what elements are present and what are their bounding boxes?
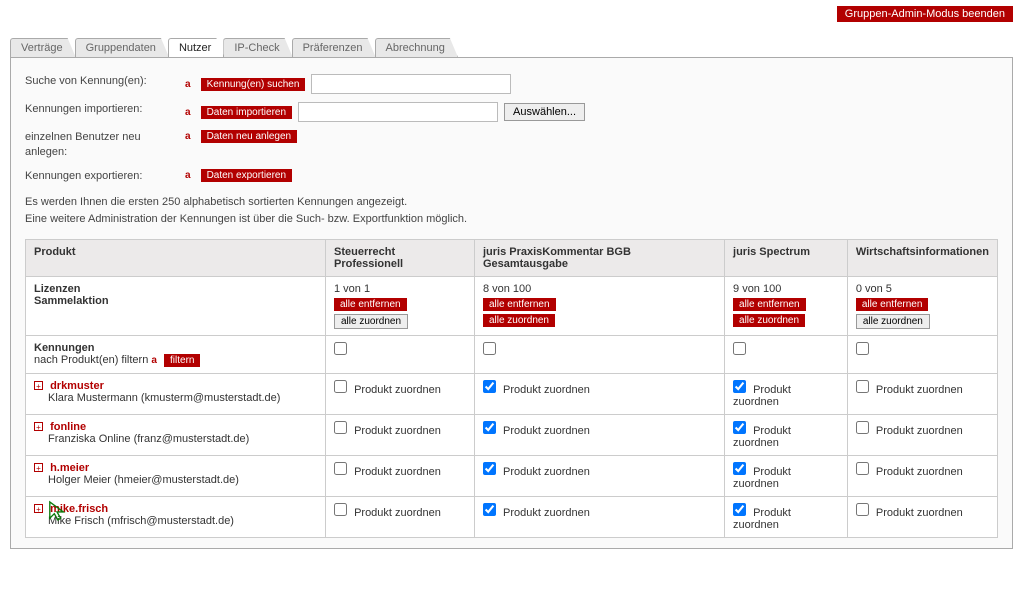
license-count-2: 9 von 100 [733, 283, 781, 295]
assign-chk-3-2[interactable] [733, 503, 746, 516]
remove-all-2[interactable]: alle entfernen [733, 298, 806, 311]
assign-chk-2-3[interactable] [856, 462, 869, 475]
assign-chk-0-0[interactable] [334, 380, 347, 393]
assign-chk-1-3[interactable] [856, 421, 869, 434]
assign-label: Produkt zuordnen [354, 507, 441, 519]
user-login-3[interactable]: mike.frisch [50, 503, 108, 515]
import-label: Kennungen importieren: [25, 102, 185, 117]
remove-all-1[interactable]: alle entfernen [483, 298, 556, 311]
assign-all-0[interactable]: alle zuordnen [334, 314, 408, 329]
filter-label: nach Produkt(en) filtern [34, 354, 148, 366]
search-kennung-button[interactable]: Kennung(en) suchen [201, 78, 306, 91]
info-text: Es werden Ihnen die ersten 250 alphabeti… [25, 194, 998, 227]
licenses-label: Lizenzen [34, 283, 317, 295]
assign-label: Produkt zuordnen [876, 507, 963, 519]
import-file-field[interactable] [298, 102, 498, 122]
user-login-2[interactable]: h.meier [50, 462, 89, 474]
content-panel: Suche von Kennung(en): a Kennung(en) suc… [10, 57, 1013, 549]
tab-abrechnung[interactable]: Abrechnung [375, 38, 458, 57]
tab-praeferenzen[interactable]: Präferenzen [292, 38, 376, 57]
user-login-0[interactable]: drkmuster [50, 380, 104, 392]
assign-all-3[interactable]: alle zuordnen [856, 314, 930, 329]
assign-chk-0-1[interactable] [483, 380, 496, 393]
user-detail-3: Mike Frisch (mfrisch@musterstadt.de) [48, 515, 234, 527]
tab-bar: Verträge Gruppendaten Nutzer IP-Check Pr… [10, 38, 1023, 57]
expand-icon[interactable]: + [34, 504, 43, 513]
assign-chk-3-3[interactable] [856, 503, 869, 516]
assign-label: Produkt zuordnen [354, 425, 441, 437]
export-button[interactable]: Daten exportieren [201, 169, 293, 182]
user-login-1[interactable]: fonline [50, 421, 86, 433]
assign-chk-1-2[interactable] [733, 421, 746, 434]
assign-label: Produkt zuordnen [503, 425, 590, 437]
th-product-2: juris Spectrum [725, 240, 848, 277]
expand-icon[interactable]: + [34, 422, 43, 431]
tab-ipcheck[interactable]: IP-Check [223, 38, 292, 57]
assign-all-2[interactable]: alle zuordnen [733, 314, 805, 327]
marker-icon: a [151, 355, 157, 366]
license-count-0: 1 von 1 [334, 283, 370, 295]
marker-icon: a [185, 131, 191, 142]
info-line1: Es werden Ihnen die ersten 250 alphabeti… [25, 194, 998, 211]
expand-icon[interactable]: + [34, 463, 43, 472]
new-user-button[interactable]: Daten neu anlegen [201, 130, 298, 143]
filter-button[interactable]: filtern [164, 354, 200, 367]
assign-chk-2-2[interactable] [733, 462, 746, 475]
filter-chk-0[interactable] [334, 342, 347, 355]
product-table: Produkt Steuerrecht Professionell juris … [25, 239, 998, 538]
exit-admin-button[interactable]: Gruppen-Admin-Modus beenden [837, 6, 1013, 22]
assign-label: Produkt zuordnen [354, 384, 441, 396]
kennungen-label: Kennungen [34, 342, 317, 354]
assign-label: Produkt zuordnen [503, 466, 590, 478]
marker-icon: a [185, 170, 191, 181]
assign-label: Produkt zuordnen [876, 384, 963, 396]
expand-icon[interactable]: + [34, 381, 43, 390]
import-button[interactable]: Daten importieren [201, 106, 292, 119]
assign-chk-1-1[interactable] [483, 421, 496, 434]
tab-vertraege[interactable]: Verträge [10, 38, 76, 57]
assign-chk-3-1[interactable] [483, 503, 496, 516]
assign-label: Produkt zuordnen [876, 425, 963, 437]
bulk-label: Sammelaktion [34, 295, 317, 307]
assign-label: Produkt zuordnen [503, 384, 590, 396]
filter-chk-2[interactable] [733, 342, 746, 355]
marker-icon: a [185, 107, 191, 118]
assign-chk-3-0[interactable] [334, 503, 347, 516]
assign-chk-2-0[interactable] [334, 462, 347, 475]
tab-gruppendaten[interactable]: Gruppendaten [75, 38, 169, 57]
tab-nutzer[interactable]: Nutzer [168, 38, 224, 57]
user-detail-2: Holger Meier (hmeier@musterstadt.de) [48, 474, 239, 486]
remove-all-0[interactable]: alle entfernen [334, 298, 407, 311]
assign-chk-1-0[interactable] [334, 421, 347, 434]
license-count-1: 8 von 100 [483, 283, 531, 295]
th-produkt: Produkt [26, 240, 326, 277]
user-detail-1: Franziska Online (franz@musterstadt.de) [48, 433, 249, 445]
th-product-3: Wirtschaftsinformationen [847, 240, 997, 277]
choose-file-button[interactable]: Auswählen... [504, 103, 585, 121]
user-detail-0: Klara Mustermann (kmusterm@musterstadt.d… [48, 392, 280, 404]
assign-chk-2-1[interactable] [483, 462, 496, 475]
assign-chk-0-3[interactable] [856, 380, 869, 393]
filter-chk-1[interactable] [483, 342, 496, 355]
licenses-row-head: Lizenzen Sammelaktion [26, 277, 326, 336]
assign-all-1[interactable]: alle zuordnen [483, 314, 555, 327]
export-label: Kennungen exportieren: [25, 169, 185, 184]
th-product-0: Steuerrecht Professionell [326, 240, 475, 277]
filter-chk-3[interactable] [856, 342, 869, 355]
marker-icon: a [185, 79, 191, 90]
search-label: Suche von Kennung(en): [25, 74, 185, 89]
assign-label: Produkt zuordnen [354, 466, 441, 478]
newuser-label: einzelnen Benutzer neu anlegen: [25, 130, 185, 161]
remove-all-3[interactable]: alle entfernen [856, 298, 929, 311]
info-line2: Eine weitere Administration der Kennunge… [25, 211, 998, 228]
assign-label: Produkt zuordnen [876, 466, 963, 478]
assign-label: Produkt zuordnen [503, 507, 590, 519]
license-count-3: 0 von 5 [856, 283, 892, 295]
assign-chk-0-2[interactable] [733, 380, 746, 393]
search-input[interactable] [311, 74, 511, 94]
kennungen-cell: Kennungen nach Produkt(en) filtern a fil… [26, 336, 326, 374]
th-product-1: juris PraxisKommentar BGB Gesamtausgabe [474, 240, 724, 277]
